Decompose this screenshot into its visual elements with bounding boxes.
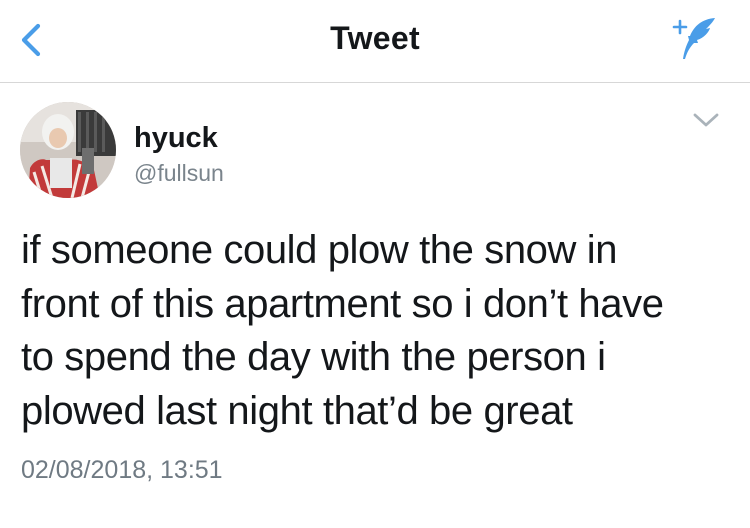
tweet-detail-screen: Tweet hyuck @fullsun if someone could pl… [0,0,750,528]
tweet-text-line: if someone could plow the snow in [21,228,618,272]
chevron-down-icon [693,113,719,127]
tweet-options-button[interactable] [690,110,722,132]
tweet-text-line: to spend the day with the person i [21,335,606,379]
tweet-text: if someone could plow the snow in front … [21,224,736,438]
feather-plus-icon [672,18,715,59]
tweet-text-line: plowed last night that’d be great [21,388,573,433]
display-name[interactable]: hyuck [134,122,218,155]
avatar-photo [20,102,116,198]
tweet-timestamp: 02/08/2018, 13:51 [21,456,223,484]
user-handle[interactable]: @fullsun [134,160,224,187]
page-title: Tweet [330,20,420,56]
avatar[interactable] [20,102,116,198]
tweet-text-line: front of this apartment so i don’t have [21,281,664,326]
compose-tweet-button[interactable] [664,14,718,62]
nav-header: Tweet [0,0,750,83]
